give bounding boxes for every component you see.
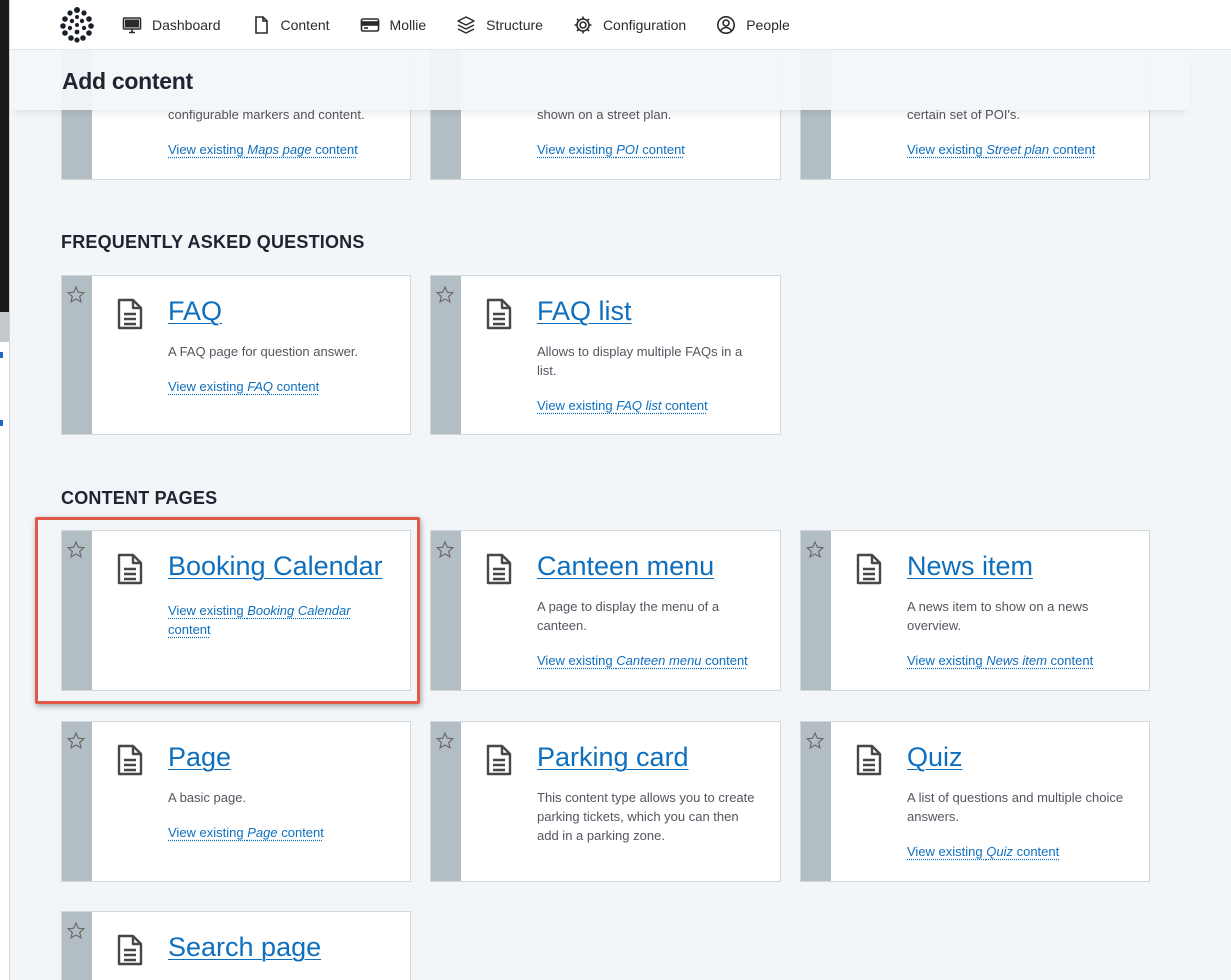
star-icon[interactable]: [66, 731, 86, 751]
document-icon: [117, 298, 143, 330]
document-icon: [117, 934, 143, 966]
card-title-link[interactable]: FAQ list: [537, 296, 632, 327]
admin-toolbar: Dashboard Content Mollie Structure Confi…: [10, 0, 1231, 50]
card-title-link[interactable]: Search page: [168, 932, 321, 963]
page-title: Add content: [62, 68, 193, 94]
nav-dashboard-label: Dashboard: [152, 17, 221, 33]
monitor-icon: [122, 17, 142, 34]
star-icon[interactable]: [66, 921, 86, 941]
card-description: A list of questions and multiple choice …: [907, 790, 1124, 824]
content-type-card-quiz: Quiz A list of questions and multiple ch…: [800, 721, 1150, 882]
star-icon[interactable]: [66, 540, 86, 560]
left-edge-marker: [0, 352, 3, 358]
content-type-card-search-page: Search page: [61, 911, 411, 980]
nav-dashboard[interactable]: Dashboard: [122, 0, 221, 50]
section-title-content-pages: CONTENT PAGES: [61, 488, 218, 508]
document-icon: [486, 744, 512, 776]
document-icon: [486, 553, 512, 585]
page-header: Add content: [10, 50, 1190, 110]
nav-content-label: Content: [280, 17, 330, 33]
view-existing-link[interactable]: View existing FAQ list content: [537, 396, 767, 415]
left-edge-gray: [0, 312, 9, 342]
content-type-card-page: Page A basic page. View existing Page co…: [61, 721, 411, 882]
content-type-card-news-item: News item A news item to show on a news …: [800, 530, 1150, 691]
view-existing-link[interactable]: View existing Street plan content: [907, 140, 1137, 159]
document-icon: [486, 298, 512, 330]
star-icon[interactable]: [435, 540, 455, 560]
view-existing-link[interactable]: View existing FAQ content: [168, 377, 398, 396]
card-title-link[interactable]: Canteen menu: [537, 551, 714, 582]
card-description: Allows to display multiple FAQs in a lis…: [537, 344, 743, 378]
nav-content[interactable]: Content: [251, 0, 330, 50]
star-icon[interactable]: [435, 731, 455, 751]
left-edge-marker: [0, 420, 3, 426]
card-description: A FAQ page for question answer.: [168, 344, 359, 359]
card-title-link[interactable]: Page: [168, 742, 231, 773]
card-description: A basic page.: [168, 790, 247, 805]
view-existing-link[interactable]: View existing POI content: [537, 140, 767, 159]
content-type-card-booking-calendar: Booking Calendar View existing Booking C…: [61, 530, 411, 691]
layers-icon: [457, 16, 475, 34]
nav-people[interactable]: People: [716, 0, 790, 50]
document-icon: [856, 553, 882, 585]
nav-configuration-label: Configuration: [602, 17, 687, 33]
content-type-card-parking-card: Parking card This content type allows yo…: [430, 721, 781, 882]
star-icon[interactable]: [805, 731, 825, 751]
nav-structure[interactable]: Structure: [456, 0, 543, 50]
nav-mollie[interactable]: Mollie: [360, 0, 427, 50]
nav-structure-label: Structure: [486, 17, 543, 33]
gear-icon: [574, 16, 592, 34]
card-description: A page to display the menu of a canteen.: [537, 599, 720, 633]
document-icon: [856, 744, 882, 776]
content-type-card-faq-list: FAQ list Allows to display multiple FAQs…: [430, 275, 781, 435]
drupal-logo-icon[interactable]: [60, 5, 94, 43]
section-title-faq: FREQUENTLY ASKED QUESTIONS: [61, 232, 365, 252]
content-type-card-faq: FAQ A FAQ page for question answer. View…: [61, 275, 411, 435]
document-icon: [117, 744, 143, 776]
document-icon: [117, 553, 143, 585]
view-existing-link[interactable]: View existing Booking Calendar content: [168, 601, 378, 639]
nav-people-label: People: [746, 17, 790, 33]
card-title-link[interactable]: FAQ: [168, 296, 222, 327]
star-icon[interactable]: [435, 285, 455, 305]
left-window-edge: [0, 0, 10, 980]
card-title-link[interactable]: Booking Calendar: [168, 551, 383, 582]
credit-card-icon: [360, 18, 379, 32]
card-title-link[interactable]: News item: [907, 551, 1033, 582]
main-nav: Dashboard Content Mollie Structure Confi…: [122, 0, 820, 50]
view-existing-link[interactable]: View existing Quiz content: [907, 842, 1137, 861]
star-icon[interactable]: [805, 540, 825, 560]
card-title-link[interactable]: Parking card: [537, 742, 689, 773]
nav-mollie-label: Mollie: [389, 17, 427, 33]
view-existing-link[interactable]: View existing Canteen menu content: [537, 651, 767, 670]
nav-configuration[interactable]: Configuration: [573, 0, 686, 50]
view-existing-link[interactable]: View existing Maps page content: [168, 140, 398, 159]
card-description: This content type allows you to create p…: [537, 790, 755, 843]
file-icon: [254, 16, 268, 34]
view-existing-link[interactable]: View existing Page content: [168, 823, 398, 842]
card-title-link[interactable]: Quiz: [907, 742, 963, 773]
view-existing-link[interactable]: View existing News item content: [907, 651, 1137, 670]
content-type-card-canteen-menu: Canteen menu A page to display the menu …: [430, 530, 781, 691]
card-description: A news item to show on a news overview.: [907, 599, 1089, 633]
user-circle-icon: [717, 16, 736, 34]
left-edge-dark: [0, 0, 9, 312]
star-icon[interactable]: [66, 285, 86, 305]
